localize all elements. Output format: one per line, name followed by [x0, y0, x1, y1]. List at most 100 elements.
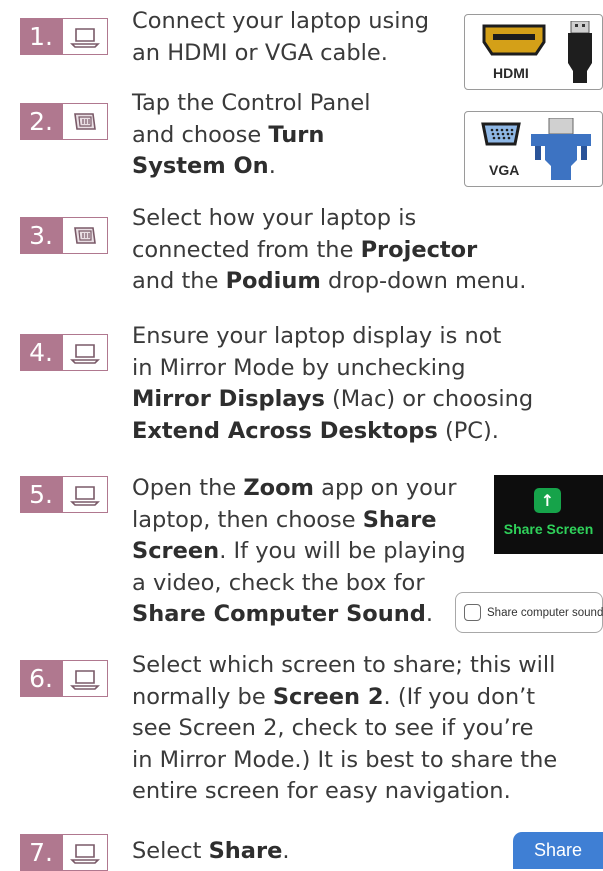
step-text-line: connected from the Projector [132, 235, 526, 267]
step-5-text: Open the Zoom app on your laptop, then ch… [132, 473, 466, 631]
text-run: and the [132, 268, 226, 294]
step-text-line: System On. [132, 151, 371, 183]
step-4-number: 4. [20, 334, 62, 371]
text-run: . [425, 601, 434, 627]
step-text-line: and the Podium drop-down menu. [132, 266, 526, 298]
step-text-line: Select Share. [132, 836, 290, 868]
bold-term: Mirror Displays [132, 386, 325, 412]
hdmi-port-icon [482, 24, 546, 56]
step-5-badge: 5. [20, 476, 108, 513]
step-4-text: Ensure your laptop display is not in Mirr… [132, 321, 533, 447]
hdmi-label: HDMI [493, 65, 529, 81]
step-text-line: Select how your laptop is [132, 203, 526, 235]
step-3-badge: 3. [20, 217, 108, 254]
text-run: Tap the Control Panel [132, 90, 371, 116]
step-text-line: an HDMI or VGA cable. [132, 38, 429, 70]
share-computer-sound-label: Share computer sound [487, 606, 603, 619]
control-panel-icon [62, 103, 108, 140]
step-6-number: 6. [20, 660, 62, 697]
text-run: normally be [132, 683, 273, 710]
step-text-line: Screen. If you will be playing [132, 536, 466, 568]
bold-term: Turn [268, 121, 325, 148]
step-text-line: and choose Turn [132, 120, 371, 152]
text-run: and choose [132, 121, 269, 148]
control-panel-icon [62, 217, 108, 254]
vga-port-icon [481, 122, 521, 146]
step-1-text: Connect your laptop using an HDMI or VGA … [132, 6, 429, 69]
text-run: . [282, 838, 290, 864]
step-text-line: Connect your laptop using [132, 6, 429, 38]
laptop-icon [62, 18, 108, 55]
step-1-number: 1. [20, 18, 62, 55]
vga-plug-icon [531, 118, 591, 180]
step-text-line: in Mirror Mode.) It is best to share the [132, 745, 557, 777]
text-run: see Screen 2, check to see if you’re [132, 715, 534, 741]
step-text-line: Select which screen to share; this will [132, 650, 557, 682]
text-run: Select which screen to share; this will [132, 652, 556, 678]
arrow-up-icon: ↑ [534, 488, 561, 513]
share-computer-sound-checkbox[interactable] [464, 604, 481, 621]
step-7-text: Select Share. [132, 836, 290, 868]
zoom-share-screen-tile[interactable]: ↑ Share Screen [494, 475, 603, 554]
bold-term: Extend Across Desktops [132, 417, 438, 444]
share-computer-sound-option[interactable]: Share computer sound [455, 592, 603, 633]
step-text-line: entire screen for easy navigation. [132, 776, 557, 808]
step-text-line: Open the Zoom app on your [132, 473, 466, 505]
text-run: (Mac) or choosing [324, 386, 534, 412]
bold-term: Podium [225, 268, 321, 294]
step-5-number: 5. [20, 476, 62, 513]
step-3-text: Select how your laptop is connected from … [132, 203, 526, 298]
bold-term: System On [132, 153, 269, 179]
bold-term: Projector [360, 236, 478, 263]
hdmi-plug-icon [568, 21, 592, 83]
bold-term: Screen [132, 538, 220, 564]
text-run: drop-down menu. [320, 268, 527, 294]
step-2-text: Tap the Control Panel and choose Turn Syst… [132, 88, 371, 183]
laptop-icon [62, 834, 108, 871]
text-run: . (If you don’t [383, 683, 536, 710]
bold-term: Zoom [243, 475, 315, 501]
step-text-line: Extend Across Desktops (PC). [132, 416, 533, 448]
share-button[interactable]: Share [513, 832, 603, 869]
text-run: Open the [132, 475, 244, 501]
text-run: Ensure your laptop display is not [132, 323, 502, 349]
step-6-text: Select which screen to share; this will n… [132, 650, 557, 808]
step-2-number: 2. [20, 103, 62, 140]
text-run: a video, check the box for [132, 569, 425, 596]
step-2-badge: 2. [20, 103, 108, 140]
step-4-badge: 4. [20, 334, 108, 371]
step-text-line: Tap the Control Panel [132, 88, 371, 120]
step-1-badge: 1. [20, 18, 108, 55]
bold-term: Screen 2 [272, 683, 384, 710]
bold-term: Share [362, 506, 437, 533]
laptop-icon [62, 476, 108, 513]
text-run: Select [132, 838, 209, 864]
vga-label: VGA [489, 162, 520, 178]
text-run: entire screen for easy navigation. [132, 778, 511, 804]
step-7-badge: 7. [20, 834, 108, 871]
step-text-line: Ensure your laptop display is not [132, 321, 533, 353]
vga-connector-panel: VGA [464, 111, 603, 187]
step-text-line: see Screen 2, check to see if you’re [132, 713, 557, 745]
laptop-icon [62, 334, 108, 371]
text-run: . [268, 153, 276, 179]
text-run: (PC). [437, 417, 499, 444]
laptop-icon [62, 660, 108, 697]
share-screen-label: Share Screen [503, 521, 594, 537]
step-text-line: Mirror Displays (Mac) or choosing [132, 384, 533, 416]
hdmi-connector-panel: HDMI [464, 14, 603, 90]
text-run: in Mirror Mode by unchecking [132, 354, 466, 381]
step-text-line: normally be Screen 2. (If you don’t [132, 682, 557, 714]
step-6-badge: 6. [20, 660, 108, 697]
text-run: connected from the [132, 236, 361, 263]
step-7-number: 7. [20, 834, 62, 871]
step-text-line: Share Computer Sound. [132, 599, 466, 631]
step-text-line: in Mirror Mode by unchecking [132, 353, 533, 385]
text-run: in Mirror Mode.) It is best to share the [132, 746, 558, 773]
text-run: Select how your laptop is [132, 205, 417, 231]
bold-term: Share Computer Sound [132, 601, 426, 627]
step-text-line: a video, check the box for [132, 568, 466, 600]
text-run: Connect your laptop using [132, 8, 430, 34]
step-3-number: 3. [20, 217, 62, 254]
text-run: laptop, then choose [132, 506, 363, 533]
